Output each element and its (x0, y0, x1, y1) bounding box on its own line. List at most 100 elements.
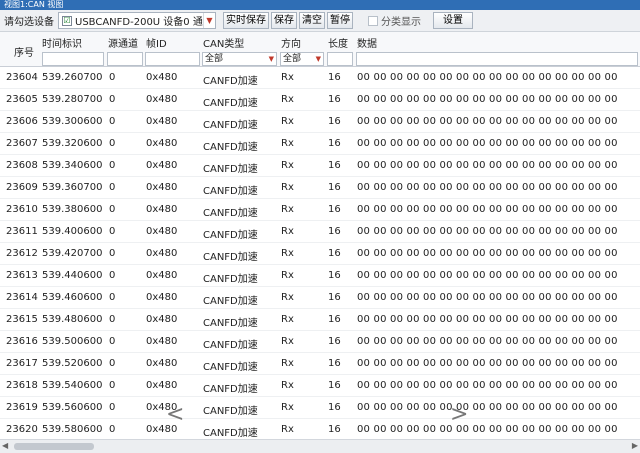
column-header-can-type[interactable]: CAN类型 (203, 35, 244, 50)
chevron-left-icon[interactable]: < (166, 402, 184, 427)
cell-length: 16 (328, 292, 341, 303)
filter-channel-input[interactable] (107, 52, 143, 66)
cell-time: 539.360700 (42, 182, 103, 193)
cell-length: 16 (328, 160, 341, 171)
save-button[interactable]: 保存 (271, 12, 297, 29)
cell-length: 16 (328, 314, 341, 325)
table-row[interactable]: 23609 539.360700 0 0x480 CANFD加速 Rx 16 00 00 00… (0, 177, 640, 199)
cell-frame-id: 0x480 (146, 94, 178, 105)
table-row[interactable]: 23604 539.260700 0 0x480 CANFD加速 Rx 16 00 00 00… (0, 67, 640, 89)
cell-channel: 0 (109, 182, 116, 193)
table-row[interactable]: 23616 539.500600 0 0x480 CANFD加速 Rx 16 00 00 00… (0, 331, 640, 353)
arrow-right-icon[interactable]: ▶ (632, 441, 638, 450)
cell-data: 00 00 00 00 00 00 00 00 00 00 00 00 00 0… (357, 226, 618, 237)
column-header-time[interactable]: 时间标识 (42, 35, 82, 50)
cell-can-type: CANFD加速 (203, 428, 258, 439)
cell-direction: Rx (281, 94, 294, 105)
cell-direction: Rx (281, 116, 294, 127)
cell-time: 539.280700 (42, 94, 103, 105)
column-header-frame-id[interactable]: 帧ID (146, 35, 167, 50)
cell-time: 539.480600 (42, 314, 103, 325)
cell-seq: 23616 (6, 336, 38, 347)
cell-data: 00 00 00 00 00 00 00 00 00 00 00 00 00 0… (357, 94, 618, 105)
cell-time: 539.340600 (42, 160, 103, 171)
cell-channel: 0 (109, 116, 116, 127)
cell-data: 00 00 00 00 00 00 00 00 00 00 00 00 00 0… (357, 402, 618, 413)
cell-time: 539.320600 (42, 138, 103, 149)
table-row[interactable]: 23610 539.380600 0 0x480 CANFD加速 Rx 16 00 00 00… (0, 199, 640, 221)
arrow-left-icon[interactable]: ◀ (2, 441, 8, 450)
cell-seq: 23620 (6, 424, 38, 435)
filter-time-input[interactable] (42, 52, 104, 66)
category-display-checkbox[interactable]: ✓ (368, 15, 378, 26)
table-row[interactable]: 23615 539.480600 0 0x480 CANFD加速 Rx 16 00 00 00… (0, 309, 640, 331)
cell-channel: 0 (109, 314, 116, 325)
table-row[interactable]: 23606 539.300600 0 0x480 CANFD加速 Rx 16 00 00 00… (0, 111, 640, 133)
cell-length: 16 (328, 182, 341, 193)
cell-channel: 0 (109, 138, 116, 149)
cell-direction: Rx (281, 138, 294, 149)
horizontal-scrollbar[interactable]: ◀ ▶ (0, 439, 640, 453)
cell-direction: Rx (281, 204, 294, 215)
caret-down-icon: ▼ (268, 55, 274, 63)
cell-seq: 23606 (6, 116, 38, 127)
cell-channel: 0 (109, 270, 116, 281)
table-row[interactable]: 23607 539.320600 0 0x480 CANFD加速 Rx 16 00 00 00… (0, 133, 640, 155)
cell-time: 539.500600 (42, 336, 103, 347)
cell-time: 539.440600 (42, 270, 103, 281)
device-select-dropdown[interactable]: ☑ USBCANFD-200U 设备0 通道0 ▼ (58, 12, 216, 29)
table-row[interactable]: 23619 539.560600 0 0x480 CANFD加速 Rx 16 00 00 00… (0, 397, 640, 419)
caret-down-icon[interactable]: ▼ (203, 13, 215, 28)
cell-channel: 0 (109, 248, 116, 259)
cell-can-type: CANFD加速 (203, 252, 258, 263)
cell-can-type: CANFD加速 (203, 76, 258, 87)
cell-data: 00 00 00 00 00 00 00 00 00 00 00 00 00 0… (357, 292, 618, 303)
table-row[interactable]: 23608 539.340600 0 0x480 CANFD加速 Rx 16 00 00 00… (0, 155, 640, 177)
filter-frame-id-input[interactable] (145, 52, 200, 66)
filter-can-type-select[interactable]: 全部 ▼ (202, 52, 277, 66)
cell-seq: 23605 (6, 94, 38, 105)
cell-channel: 0 (109, 94, 116, 105)
column-header-data[interactable]: 数据 (357, 35, 377, 50)
cell-frame-id: 0x480 (146, 116, 178, 127)
cell-frame-id: 0x480 (146, 72, 178, 83)
table-row[interactable]: 23617 539.520600 0 0x480 CANFD加速 Rx 16 00 00 00… (0, 353, 640, 375)
column-header-seq[interactable]: 序号 (14, 44, 34, 59)
cell-can-type: CANFD加速 (203, 164, 258, 175)
cell-length: 16 (328, 94, 341, 105)
chevron-right-icon[interactable]: > (450, 402, 468, 427)
scrollbar-thumb[interactable] (14, 443, 94, 450)
can-frame-table: 序号 时间标识 源通道 帧ID CAN类型 方向 长度 数据 全部 ▼ 全部 ▼… (0, 32, 640, 439)
filter-data-input[interactable] (356, 52, 638, 66)
cell-seq: 23611 (6, 226, 38, 237)
table-row[interactable]: 23613 539.440600 0 0x480 CANFD加速 Rx 16 00 00 00… (0, 265, 640, 287)
device-checkbox[interactable]: ☑ (62, 15, 72, 26)
cell-frame-id: 0x480 (146, 292, 178, 303)
cell-frame-id: 0x480 (146, 358, 178, 369)
filter-length-input[interactable] (327, 52, 353, 66)
cell-data: 00 00 00 00 00 00 00 00 00 00 00 00 00 0… (357, 336, 618, 347)
table-row[interactable]: 23620 539.580600 0 0x480 CANFD加速 Rx 16 00 00 00… (0, 419, 640, 439)
realtime-save-button[interactable]: 实时保存 (223, 12, 269, 29)
table-row[interactable]: 23605 539.280700 0 0x480 CANFD加速 Rx 16 00 00 00… (0, 89, 640, 111)
table-row[interactable]: 23614 539.460600 0 0x480 CANFD加速 Rx 16 00 00 00… (0, 287, 640, 309)
cell-length: 16 (328, 116, 341, 127)
cell-can-type: CANFD加速 (203, 340, 258, 351)
table-row[interactable]: 23612 539.420700 0 0x480 CANFD加速 Rx 16 00 00 00… (0, 243, 640, 265)
table-row[interactable]: 23618 539.540600 0 0x480 CANFD加速 Rx 16 00 00 00… (0, 375, 640, 397)
filter-direction-select[interactable]: 全部 ▼ (280, 52, 324, 66)
cell-data: 00 00 00 00 00 00 00 00 00 00 00 00 00 0… (357, 248, 618, 259)
cell-time: 539.420700 (42, 248, 103, 259)
table-row[interactable]: 23611 539.400600 0 0x480 CANFD加速 Rx 16 00 00 00… (0, 221, 640, 243)
settings-button[interactable]: 设置 (433, 12, 473, 29)
cell-time: 539.260700 (42, 72, 103, 83)
column-header-direction[interactable]: 方向 (281, 35, 301, 50)
category-display-toggle[interactable]: ✓ 分类显示 (365, 13, 421, 28)
pause-button[interactable]: 暂停 (327, 12, 353, 29)
column-header-length[interactable]: 长度 (328, 35, 348, 50)
column-header-channel[interactable]: 源通道 (108, 35, 138, 50)
clear-button[interactable]: 清空 (299, 12, 325, 29)
cell-channel: 0 (109, 204, 116, 215)
cell-seq: 23615 (6, 314, 38, 325)
cell-frame-id: 0x480 (146, 204, 178, 215)
